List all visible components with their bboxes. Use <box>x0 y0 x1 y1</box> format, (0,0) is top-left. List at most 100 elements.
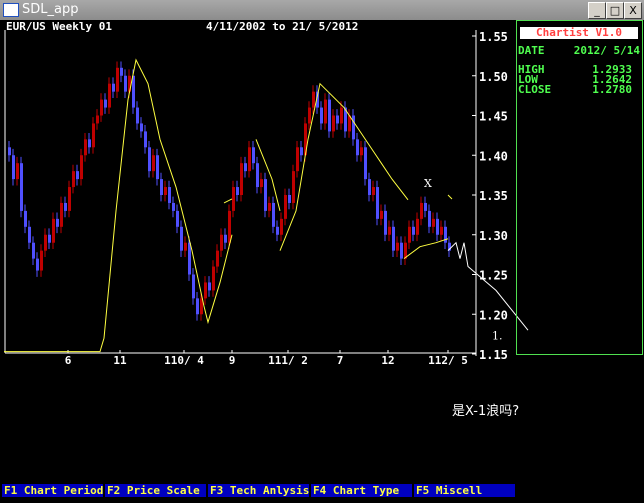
x-tick-label: 12 <box>381 354 394 367</box>
candle <box>8 147 11 156</box>
candle <box>388 226 391 235</box>
candle <box>140 123 143 132</box>
candle <box>132 75 135 108</box>
function-key-bar: F1 Chart Period F2 Price Scale F3 Tech A… <box>0 484 644 498</box>
candle <box>244 163 247 172</box>
candle <box>76 171 79 180</box>
candle <box>192 274 195 299</box>
candle <box>428 210 431 227</box>
candle <box>280 218 283 235</box>
candle <box>36 258 39 271</box>
candle <box>180 226 183 251</box>
f3-tech-analysis-button[interactable]: F3 Tech Anlysis <box>208 484 309 497</box>
candle <box>172 202 175 211</box>
candle <box>396 242 399 251</box>
x-tick-label: 112/ 5 <box>428 354 468 367</box>
candle <box>384 210 387 235</box>
candle <box>264 179 267 211</box>
candle <box>212 266 215 291</box>
candle <box>124 75 127 92</box>
candle <box>160 179 163 195</box>
candle <box>80 155 83 180</box>
candle <box>32 242 35 259</box>
brand-label: Chartist V1.0 <box>520 27 638 39</box>
candle <box>144 131 147 148</box>
candle <box>48 234 51 243</box>
y-tick-label: 1.25 <box>479 269 508 283</box>
candle <box>356 139 359 156</box>
candle <box>84 139 87 156</box>
candle <box>116 67 119 92</box>
candle <box>120 67 123 76</box>
candle <box>272 202 275 227</box>
y-tick-label: 1.15 <box>479 348 508 362</box>
candle <box>40 250 43 271</box>
candle <box>364 147 367 180</box>
y-tick-label: 1.20 <box>479 308 508 322</box>
candle <box>260 179 263 188</box>
candle <box>56 218 59 227</box>
candle <box>136 107 139 124</box>
y-tick-label: 1.40 <box>479 149 508 163</box>
candle <box>184 242 187 251</box>
candle <box>196 298 199 315</box>
candle <box>92 123 95 148</box>
app-window: SDL_app _ □ X EUR/US Weekly 01 4/11/2002 … <box>0 0 644 503</box>
candle <box>376 187 379 219</box>
candle <box>88 139 91 148</box>
candle <box>432 218 435 227</box>
candle <box>340 107 343 124</box>
x-tick-label: 7 <box>337 354 344 367</box>
candle <box>44 234 47 251</box>
candle <box>12 155 15 180</box>
x-tick-label: 6 <box>65 354 72 367</box>
x-tick-label: 110/ 4 <box>164 354 204 367</box>
f5-miscell-button[interactable]: F5 Miscell <box>414 484 515 497</box>
candle <box>312 91 315 108</box>
candle <box>188 242 191 275</box>
candle <box>268 202 271 211</box>
candle <box>248 147 251 172</box>
candle <box>224 234 227 243</box>
y-tick-label: 1.45 <box>479 110 508 124</box>
date-value: 2012/ 5/14 <box>573 44 640 57</box>
x-tick-label: 11 <box>113 354 127 367</box>
candle <box>368 179 371 195</box>
candle <box>240 163 243 195</box>
candle <box>360 147 363 156</box>
annotation-text: 是X-1浪吗? <box>452 404 520 419</box>
candle <box>164 187 167 195</box>
candle <box>52 218 55 243</box>
candle <box>328 99 331 132</box>
candle <box>292 171 295 203</box>
candle <box>288 195 291 203</box>
candle <box>16 163 19 180</box>
candle <box>300 147 303 156</box>
candle <box>168 187 171 203</box>
candle <box>372 187 375 195</box>
candle <box>332 115 335 132</box>
candle <box>96 115 99 124</box>
candle <box>72 171 75 188</box>
candle <box>68 187 71 211</box>
f1-chart-period-button[interactable]: F1 Chart Period <box>2 484 103 497</box>
wave-label: 1. <box>492 330 503 343</box>
y-tick-label: 1.50 <box>479 70 508 84</box>
candle <box>104 99 107 108</box>
y-tick-label: 1.35 <box>479 189 508 203</box>
candle <box>148 147 151 172</box>
moving-average-line <box>447 194 453 200</box>
f4-chart-type-button[interactable]: F4 Chart Type <box>311 484 412 497</box>
date-label: DATE <box>518 44 545 57</box>
info-panel: Chartist V1.0 DATE 2012/ 5/14 HIGH 1.293… <box>516 20 643 355</box>
candle <box>296 147 299 172</box>
wave-label: X <box>424 177 432 190</box>
candle <box>256 163 259 188</box>
candle <box>324 99 327 124</box>
candle <box>252 147 255 164</box>
moving-average-line <box>255 139 281 212</box>
candle <box>352 115 355 140</box>
candle <box>204 282 207 299</box>
f2-price-scale-button[interactable]: F2 Price Scale <box>105 484 206 497</box>
y-tick-label: 1.30 <box>479 229 508 243</box>
